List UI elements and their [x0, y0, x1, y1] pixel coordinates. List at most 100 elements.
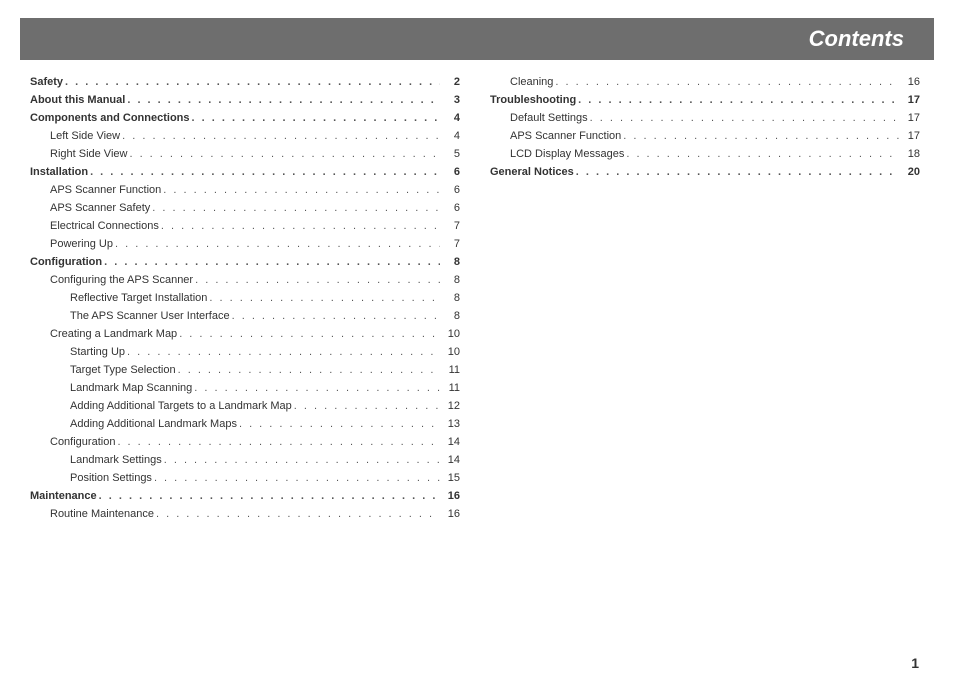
toc-entry[interactable]: Electrical Connections. . . . . . . . . … [30, 220, 460, 232]
toc-dots: . . . . . . . . . . . . . . . . . . . . … [590, 112, 900, 124]
toc-entry[interactable]: Right Side View. . . . . . . . . . . . .… [30, 148, 460, 160]
toc-entry[interactable]: The APS Scanner User Interface. . . . . … [30, 310, 460, 322]
toc-entry-page: 13 [442, 418, 460, 430]
toc-entry[interactable]: Adding Additional Targets to a Landmark … [30, 400, 460, 412]
toc-entry[interactable]: APS Scanner Function. . . . . . . . . . … [490, 130, 920, 142]
toc-entry[interactable]: Components and Connections. . . . . . . … [30, 112, 460, 124]
toc-entry-label: Position Settings [70, 472, 152, 484]
toc-dots: . . . . . . . . . . . . . . . . . . . . … [578, 94, 900, 106]
toc-entry[interactable]: Configuring the APS Scanner. . . . . . .… [30, 274, 460, 286]
toc-entry-page: 17 [902, 130, 920, 142]
toc-entry[interactable]: Safety. . . . . . . . . . . . . . . . . … [30, 76, 460, 88]
toc-entry[interactable]: APS Scanner Safety. . . . . . . . . . . … [30, 202, 460, 214]
toc-dots: . . . . . . . . . . . . . . . . . . . . … [99, 490, 440, 502]
toc-dots: . . . . . . . . . . . . . . . . . . . . … [154, 472, 440, 484]
toc-entry[interactable]: Troubleshooting. . . . . . . . . . . . .… [490, 94, 920, 106]
contents-header: Contents [20, 18, 934, 60]
toc-entry[interactable]: Adding Additional Landmark Maps. . . . .… [30, 418, 460, 430]
toc-dots: . . . . . . . . . . . . . . . . . . . . … [178, 364, 440, 376]
toc-dots: . . . . . . . . . . . . . . . . . . . . … [195, 274, 440, 286]
toc-entry[interactable]: Default Settings. . . . . . . . . . . . … [490, 112, 920, 124]
toc-entry-page: 7 [442, 220, 460, 232]
toc-entry[interactable]: Routine Maintenance. . . . . . . . . . .… [30, 508, 460, 520]
toc-entry-label: Routine Maintenance [50, 508, 154, 520]
toc-entry-page: 10 [442, 328, 460, 340]
toc-entry-page: 11 [442, 382, 460, 394]
toc-entry-page: 8 [442, 292, 460, 304]
toc-entry-label: Right Side View [50, 148, 127, 160]
toc-entry-label: Powering Up [50, 238, 113, 250]
toc-entry-label: General Notices [490, 166, 574, 178]
toc-entry-label: Left Side View [50, 130, 120, 142]
toc-entry[interactable]: Configuration. . . . . . . . . . . . . .… [30, 256, 460, 268]
toc-entry-label: The APS Scanner User Interface [70, 310, 230, 322]
toc-entry-page: 16 [442, 508, 460, 520]
toc-dots: . . . . . . . . . . . . . . . . . . . . … [127, 94, 440, 106]
toc-entry[interactable]: Configuration. . . . . . . . . . . . . .… [30, 436, 460, 448]
toc-entry-label: Safety [30, 76, 63, 88]
toc-entry-label: Landmark Map Scanning [70, 382, 192, 394]
toc-entry-page: 11 [442, 364, 460, 376]
toc-entry-page: 5 [442, 148, 460, 160]
toc-entry[interactable]: Reflective Target Installation. . . . . … [30, 292, 460, 304]
toc-entry[interactable]: Target Type Selection. . . . . . . . . .… [30, 364, 460, 376]
toc-entry-label: Adding Additional Targets to a Landmark … [70, 400, 292, 412]
toc-entry-page: 7 [442, 238, 460, 250]
toc-dots: . . . . . . . . . . . . . . . . . . . . … [65, 76, 440, 88]
toc-entry-label: Reflective Target Installation [70, 292, 207, 304]
toc-entry-page: 8 [442, 256, 460, 268]
toc-columns: Safety. . . . . . . . . . . . . . . . . … [0, 70, 954, 526]
toc-entry-page: 14 [442, 454, 460, 466]
toc-dots: . . . . . . . . . . . . . . . . . . . . … [161, 220, 440, 232]
toc-entry[interactable]: Maintenance. . . . . . . . . . . . . . .… [30, 490, 460, 502]
toc-entry-page: 2 [442, 76, 460, 88]
toc-dots: . . . . . . . . . . . . . . . . . . . . … [117, 436, 440, 448]
toc-entry[interactable]: Landmark Settings. . . . . . . . . . . .… [30, 454, 460, 466]
toc-entry-label: APS Scanner Function [510, 130, 621, 142]
toc-entry[interactable]: LCD Display Messages. . . . . . . . . . … [490, 148, 920, 160]
toc-entry[interactable]: About this Manual. . . . . . . . . . . .… [30, 94, 460, 106]
toc-dots: . . . . . . . . . . . . . . . . . . . . … [576, 166, 900, 178]
toc-entry-page: 15 [442, 472, 460, 484]
toc-entry-page: 4 [442, 130, 460, 142]
toc-entry-page: 6 [442, 202, 460, 214]
toc-entry[interactable]: Installation. . . . . . . . . . . . . . … [30, 166, 460, 178]
toc-entry[interactable]: Creating a Landmark Map. . . . . . . . .… [30, 328, 460, 340]
toc-entry-page: 12 [442, 400, 460, 412]
contents-title: Contents [809, 26, 904, 51]
toc-entry-page: 6 [442, 166, 460, 178]
toc-entry-page: 20 [902, 166, 920, 178]
toc-entry-label: Configuring the APS Scanner [50, 274, 193, 286]
toc-dots: . . . . . . . . . . . . . . . . . . . . … [232, 310, 440, 322]
toc-dots: . . . . . . . . . . . . . . . . . . . . … [623, 130, 900, 142]
toc-right-column: Cleaning. . . . . . . . . . . . . . . . … [490, 70, 920, 526]
toc-entry-label: APS Scanner Safety [50, 202, 150, 214]
toc-entry-page: 17 [902, 112, 920, 124]
toc-entry[interactable]: Starting Up. . . . . . . . . . . . . . .… [30, 346, 460, 358]
toc-entry[interactable]: APS Scanner Function. . . . . . . . . . … [30, 184, 460, 196]
toc-entry-page: 10 [442, 346, 460, 358]
toc-dots: . . . . . . . . . . . . . . . . . . . . … [163, 184, 440, 196]
toc-entry-label: Target Type Selection [70, 364, 176, 376]
toc-entry-label: APS Scanner Function [50, 184, 161, 196]
toc-entry[interactable]: Landmark Map Scanning. . . . . . . . . .… [30, 382, 460, 394]
toc-dots: . . . . . . . . . . . . . . . . . . . . … [156, 508, 440, 520]
toc-entry-label: Cleaning [510, 76, 553, 88]
toc-dots: . . . . . . . . . . . . . . . . . . . . … [104, 256, 440, 268]
toc-entry[interactable]: Cleaning. . . . . . . . . . . . . . . . … [490, 76, 920, 88]
toc-entry-label: Default Settings [510, 112, 588, 124]
toc-dots: . . . . . . . . . . . . . . . . . . . . … [555, 76, 900, 88]
toc-entry[interactable]: Powering Up. . . . . . . . . . . . . . .… [30, 238, 460, 250]
toc-dots: . . . . . . . . . . . . . . . . . . . . … [127, 346, 440, 358]
toc-entry[interactable]: General Notices. . . . . . . . . . . . .… [490, 166, 920, 178]
toc-left-column: Safety. . . . . . . . . . . . . . . . . … [30, 70, 460, 526]
toc-entry-label: Electrical Connections [50, 220, 159, 232]
toc-entry-label: Creating a Landmark Map [50, 328, 177, 340]
toc-dots: . . . . . . . . . . . . . . . . . . . . … [164, 454, 440, 466]
toc-dots: . . . . . . . . . . . . . . . . . . . . … [152, 202, 440, 214]
toc-entry[interactable]: Left Side View. . . . . . . . . . . . . … [30, 130, 460, 142]
toc-entry-page: 17 [902, 94, 920, 106]
toc-dots: . . . . . . . . . . . . . . . . . . . . … [294, 400, 440, 412]
toc-dots: . . . . . . . . . . . . . . . . . . . . … [129, 148, 440, 160]
toc-entry[interactable]: Position Settings. . . . . . . . . . . .… [30, 472, 460, 484]
